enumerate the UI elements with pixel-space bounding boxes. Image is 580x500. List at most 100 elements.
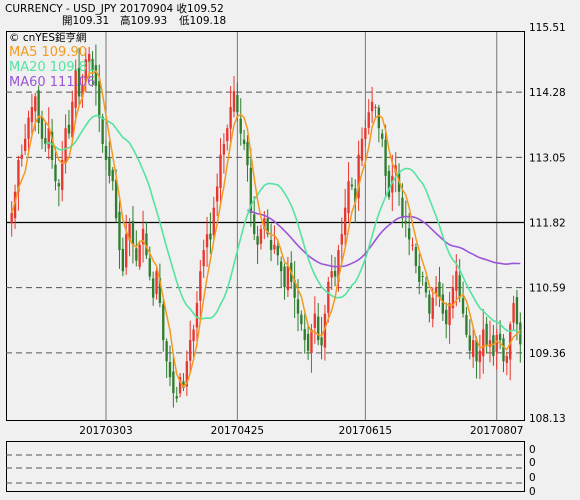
- candle-body: [330, 271, 333, 278]
- candle-body: [370, 101, 374, 112]
- candle-body: [448, 303, 451, 326]
- candle-body: [438, 281, 441, 298]
- candle-body: [458, 275, 461, 298]
- sub-tick-label: 0: [529, 472, 536, 484]
- sub-panel: [6, 441, 525, 492]
- candle-body: [162, 304, 165, 341]
- candle-body: [67, 124, 71, 134]
- y-tick-label: 113.05: [529, 152, 566, 164]
- candle-body: [485, 323, 488, 346]
- candle-body: [256, 236, 259, 245]
- candle-body: [384, 139, 387, 176]
- candle-body: [401, 197, 404, 219]
- candle-body: [232, 91, 236, 112]
- candle-body: [273, 244, 276, 250]
- candle-body: [327, 281, 330, 313]
- candle-body: [303, 329, 306, 341]
- candle-body: [381, 133, 384, 139]
- candle-body: [212, 207, 215, 236]
- candle-body: [118, 211, 121, 251]
- ma-legend: MA5 109.90MA20 109.81MA60 111.06: [9, 45, 95, 90]
- candle-body: [492, 335, 495, 357]
- candle-body: [286, 265, 290, 291]
- candle-body: [320, 337, 323, 346]
- candle-body: [30, 107, 34, 123]
- candle-body: [20, 154, 23, 159]
- candle-body: [215, 186, 219, 202]
- candle-body: [455, 271, 458, 291]
- candle-body: [61, 159, 64, 190]
- candle-body: [135, 248, 138, 261]
- candle-body: [155, 271, 158, 294]
- y-tick-label: 109.36: [529, 348, 566, 360]
- header-low: 低109.18: [179, 14, 226, 27]
- candle-body: [350, 184, 354, 187]
- candle-body: [377, 107, 381, 129]
- candle-body: [236, 95, 239, 113]
- candle-body: [259, 228, 263, 244]
- candle-body: [404, 220, 407, 224]
- candle-body: [151, 278, 155, 298]
- candle-body: [306, 333, 310, 351]
- candle-body: [414, 247, 418, 266]
- candle-body: [407, 228, 411, 240]
- candle-body: [98, 81, 101, 118]
- candle-body: [242, 139, 246, 145]
- y-tick-label: 114.28: [529, 87, 566, 99]
- candle-body: [512, 303, 515, 323]
- candle-body: [364, 128, 367, 140]
- x-tick-label: 20170807: [470, 425, 523, 437]
- candle-body: [148, 258, 151, 277]
- x-tick-label: 20170615: [339, 425, 392, 437]
- x-tick-label: 20170425: [211, 425, 264, 437]
- candle-body: [209, 233, 212, 240]
- candle-body: [175, 396, 178, 399]
- candle-body: [23, 138, 27, 151]
- candle-body: [108, 157, 111, 176]
- candle-body: [202, 250, 205, 267]
- candle-body: [317, 316, 320, 341]
- candle-body: [138, 244, 141, 267]
- candle-body: [40, 116, 44, 139]
- candle-body: [333, 270, 337, 277]
- y-tick-label: 111.82: [529, 218, 566, 230]
- candle-body: [296, 299, 300, 314]
- candle-body: [34, 96, 37, 112]
- candle-body: [54, 164, 57, 182]
- header-high: 高109.93: [120, 14, 167, 27]
- candle-body: [27, 117, 30, 139]
- candle-body: [131, 220, 135, 245]
- candle-body: [367, 112, 370, 128]
- candle-body: [431, 297, 434, 319]
- header-title: CURRENCY - USD_JPY 20170904 收109.52: [5, 2, 224, 15]
- cnyes-logo: © cnYES鉅亨網: [9, 31, 86, 44]
- candle-body: [192, 329, 195, 342]
- candle-body: [495, 334, 498, 353]
- candle-body: [424, 282, 428, 293]
- candle-body: [465, 314, 468, 335]
- x-tick-label: 20170303: [79, 425, 132, 437]
- candle-body: [468, 335, 471, 351]
- candle-body: [313, 313, 317, 328]
- header-open: 開109.31: [62, 15, 109, 27]
- candle-body: [482, 329, 485, 357]
- candle-body: [121, 248, 125, 272]
- candle-body: [343, 207, 347, 235]
- candle-body: [229, 107, 232, 129]
- x-axis-labels: 20170303 20170425 20170615 20170807: [79, 425, 523, 437]
- candle-body: [428, 294, 431, 314]
- candle-body: [310, 329, 313, 354]
- candle-body: [478, 350, 482, 363]
- candle-body: [471, 340, 475, 357]
- candle-body: [347, 181, 350, 214]
- y-axis-labels: 115.51 114.28 113.05 111.82 110.59 109.36 108.…: [529, 22, 566, 425]
- candle-body: [125, 234, 128, 268]
- legend-ma20: MA20 109.81: [9, 60, 95, 75]
- y-tick-label: 110.59: [529, 283, 566, 295]
- candle-body: [226, 128, 229, 142]
- candle-body: [111, 169, 114, 182]
- candle-body: [502, 338, 505, 362]
- candle-body: [222, 144, 226, 155]
- candle-body: [64, 128, 67, 164]
- candle-body: [374, 107, 377, 109]
